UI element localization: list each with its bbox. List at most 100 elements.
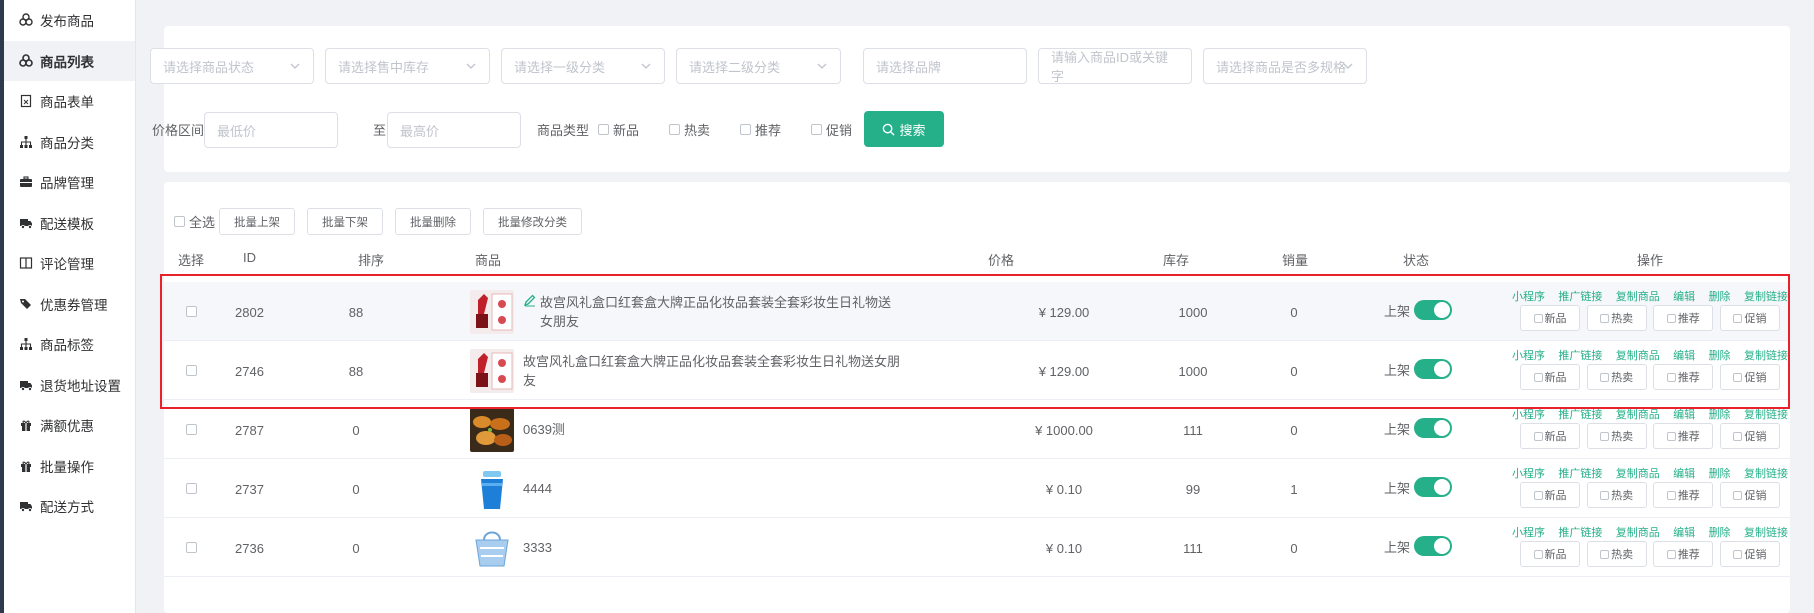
status-toggle[interactable] — [1414, 300, 1453, 320]
select-all-checkbox[interactable]: 全选 — [174, 212, 215, 231]
op-tag-button-2[interactable]: 推荐 — [1653, 305, 1714, 331]
op-tag-button-1[interactable]: 热卖 — [1586, 305, 1647, 331]
product-name-text: 4444 — [523, 481, 552, 496]
op-tag-button-2[interactable]: 推荐 — [1653, 482, 1714, 508]
sidebar-item-1[interactable]: 商品列表 — [4, 40, 135, 81]
search-button[interactable]: 搜索 — [864, 111, 944, 147]
op-link-0[interactable]: 小程序 — [1512, 347, 1545, 362]
op-link-0[interactable]: 小程序 — [1512, 465, 1545, 480]
row-price: ¥ 1000.00 — [1035, 423, 1093, 438]
status-toggle[interactable] — [1414, 477, 1453, 497]
op-link-3[interactable]: 编辑 — [1673, 406, 1695, 421]
product-name[interactable]: 3333 — [523, 518, 903, 577]
op-tag-button-0[interactable]: 新品 — [1520, 482, 1580, 508]
sidebar-item-5[interactable]: 配送模板 — [4, 203, 135, 244]
op-tag-button-3[interactable]: 促销 — [1719, 364, 1780, 390]
product-name[interactable]: 故宫风礼盒口红套盒大牌正品化妆品套装全套彩妆生日礼物送女朋友 — [523, 341, 903, 400]
category1-select[interactable]: 请选择一级分类 — [501, 48, 665, 84]
op-tag-button-1[interactable]: 热卖 — [1586, 541, 1647, 567]
op-link-1[interactable]: 推广链接 — [1558, 465, 1602, 480]
op-tag-button-2[interactable]: 推荐 — [1653, 541, 1714, 567]
op-link-2[interactable]: 复制商品 — [1616, 465, 1660, 480]
op-tag-button-1[interactable]: 热卖 — [1586, 423, 1647, 449]
sidebar-item-9[interactable]: 退货地址设置 — [4, 365, 135, 406]
op-link-4[interactable]: 删除 — [1709, 347, 1731, 362]
sidebar-item-12[interactable]: 配送方式 — [4, 486, 135, 527]
op-link-5[interactable]: 复制链接 — [1744, 465, 1788, 480]
op-link-1[interactable]: 推广链接 — [1558, 406, 1602, 421]
op-link-2[interactable]: 复制商品 — [1616, 347, 1660, 362]
op-tag-button-3[interactable]: 促销 — [1719, 541, 1780, 567]
status-toggle[interactable] — [1414, 359, 1453, 379]
op-link-2[interactable]: 复制商品 — [1616, 406, 1660, 421]
type-checkbox-hot[interactable]: 热卖 — [669, 120, 710, 139]
op-link-4[interactable]: 删除 — [1709, 288, 1731, 303]
batch-off-shelf-button[interactable]: 批量下架 — [307, 208, 384, 235]
op-link-3[interactable]: 编辑 — [1673, 524, 1695, 539]
op-link-3[interactable]: 编辑 — [1673, 347, 1695, 362]
op-tag-button-3[interactable]: 促销 — [1719, 305, 1780, 331]
spec-select[interactable]: 请选择商品是否多规格 — [1203, 48, 1367, 84]
sidebar-item-3[interactable]: 商品分类 — [4, 122, 135, 163]
sidebar-item-0[interactable]: 发布商品 — [4, 0, 135, 41]
sidebar-item-2[interactable]: 商品表单 — [4, 81, 135, 122]
op-tag-button-0[interactable]: 新品 — [1520, 364, 1580, 390]
op-tag-button-3[interactable]: 促销 — [1719, 482, 1780, 508]
op-tag-button-0[interactable]: 新品 — [1520, 541, 1580, 567]
batch-delete-button[interactable]: 批量删除 — [395, 208, 472, 235]
op-link-3[interactable]: 编辑 — [1673, 288, 1695, 303]
op-link-4[interactable]: 删除 — [1709, 406, 1731, 421]
status-toggle[interactable] — [1414, 418, 1453, 438]
max-price-placeholder: 最高价 — [400, 123, 440, 139]
status-select[interactable]: 请选择商品状态 — [150, 48, 314, 84]
op-link-1[interactable]: 推广链接 — [1558, 524, 1602, 539]
sidebar-item-4[interactable]: 品牌管理 — [4, 162, 135, 203]
sidebar-item-11[interactable]: 批量操作 — [4, 446, 135, 487]
edit-pencil-icon[interactable] — [523, 293, 537, 307]
op-link-2[interactable]: 复制商品 — [1616, 288, 1660, 303]
keyword-input[interactable]: 请输入商品ID或关键字 — [1038, 48, 1192, 84]
status-toggle[interactable] — [1414, 536, 1453, 556]
op-tag-button-0[interactable]: 新品 — [1520, 305, 1580, 331]
sidebar-item-6[interactable]: 评论管理 — [4, 243, 135, 284]
op-link-5[interactable]: 复制链接 — [1744, 347, 1788, 362]
sidebar-item-10[interactable]: 满额优惠 — [4, 405, 135, 446]
product-name[interactable]: 4444 — [523, 459, 903, 518]
min-price-input[interactable]: 最低价 — [204, 112, 338, 148]
op-link-3[interactable]: 编辑 — [1673, 465, 1695, 480]
type-checkbox-promo[interactable]: 促销 — [811, 120, 852, 139]
op-link-0[interactable]: 小程序 — [1512, 524, 1545, 539]
batch-on-shelf-button[interactable]: 批量上架 — [219, 208, 296, 235]
op-link-0[interactable]: 小程序 — [1512, 406, 1545, 421]
op-link-5[interactable]: 复制链接 — [1744, 288, 1788, 303]
op-tag-button-1[interactable]: 热卖 — [1586, 482, 1647, 508]
op-tag-button-2[interactable]: 推荐 — [1653, 423, 1714, 449]
op-link-4[interactable]: 删除 — [1709, 465, 1731, 480]
op-tag-button-0[interactable]: 新品 — [1520, 423, 1580, 449]
op-link-5[interactable]: 复制链接 — [1744, 406, 1788, 421]
sidebar-item-7[interactable]: 优惠券管理 — [4, 284, 135, 325]
op-link-4[interactable]: 删除 — [1709, 524, 1731, 539]
op-link-2[interactable]: 复制商品 — [1616, 524, 1660, 539]
op-link-0[interactable]: 小程序 — [1512, 288, 1545, 303]
product-name[interactable]: 0639测 — [523, 400, 903, 459]
op-tag-button-2[interactable]: 推荐 — [1653, 364, 1714, 390]
op-link-1[interactable]: 推广链接 — [1558, 288, 1602, 303]
product-name[interactable]: 故宫风礼盒口红套盒大牌正品化妆品套装全套彩妆生日礼物送女朋友 — [523, 282, 903, 341]
op-link-5[interactable]: 复制链接 — [1744, 524, 1788, 539]
op-tag-label: 促销 — [1744, 313, 1767, 325]
row-stock: 99 — [1185, 482, 1201, 497]
op-tag-button-1[interactable]: 热卖 — [1586, 364, 1647, 390]
type-checkbox-recommend[interactable]: 推荐 — [740, 120, 781, 139]
max-price-input[interactable]: 最高价 — [387, 112, 521, 148]
brand-select[interactable]: 请选择品牌 — [863, 48, 1027, 84]
category2-select[interactable]: 请选择二级分类 — [676, 48, 841, 84]
checkbox-icon — [740, 124, 751, 135]
batch-change-category-button[interactable]: 批量修改分类 — [483, 208, 583, 235]
checkbox-icon — [1733, 372, 1743, 382]
stock-select[interactable]: 请选择售中库存 — [325, 48, 490, 84]
op-link-1[interactable]: 推广链接 — [1558, 347, 1602, 362]
type-checkbox-new[interactable]: 新品 — [598, 120, 639, 139]
sidebar-item-8[interactable]: 商品标签 — [4, 324, 135, 365]
op-tag-button-3[interactable]: 促销 — [1719, 423, 1780, 449]
